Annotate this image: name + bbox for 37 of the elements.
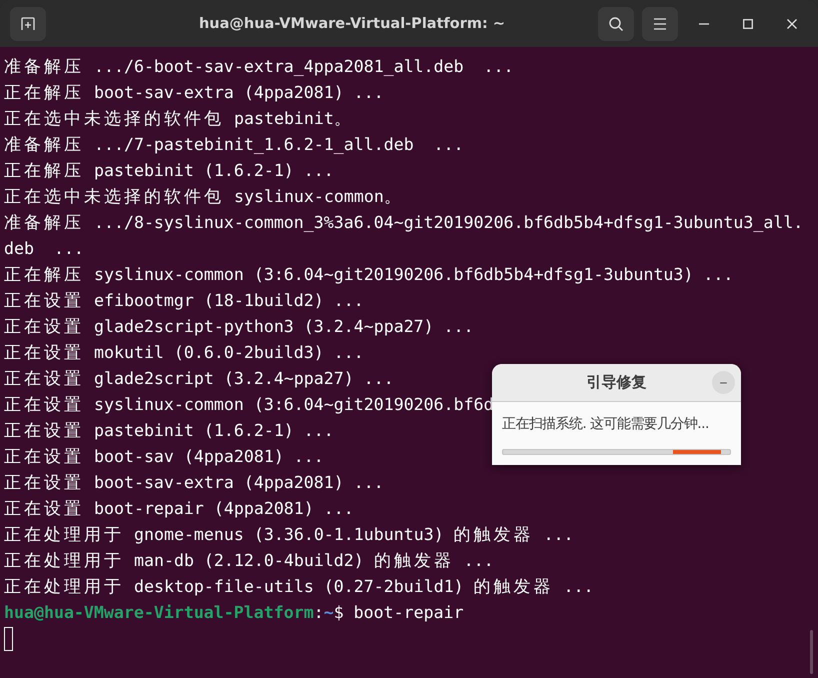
terminal-line: 准备解压 .../8-syslinux-common_3%3a6.04~git20190206.bf6db5b4+dfsg1-3ubuntu3_all. — [4, 212, 804, 235]
terminal-line: 正在解压 boot-sav-extra (4ppa2081) ... — [4, 82, 384, 105]
search-icon — [608, 16, 624, 32]
terminal-line: 正在设置 syslinux-common (3:6.04~git20190206.bf6d — [4, 394, 494, 417]
terminal-line: 正在处理用于 man-db (2.12.0-4build2) 的触发器 ... — [4, 550, 494, 573]
terminal-line: 正在处理用于 gnome-menus (3.36.0-1.1ubuntu3) 的触发器 ... — [4, 524, 574, 547]
terminal-line: 正在设置 boot-repair (4ppa2081) ... — [4, 498, 354, 521]
close-icon — [787, 18, 797, 28]
terminal-line: 准备解压 .../6-boot-sav-extra_4ppa2081_all.deb ... — [4, 56, 514, 79]
terminal-line: 正在解压 pastebinit (1.6.2-1) ... — [4, 160, 334, 183]
terminal-line: 准备解压 .../7-pastebinit_1.6.2-1_all.deb ... — [4, 134, 464, 157]
text-cursor — [4, 627, 13, 651]
terminal-line: 正在选中未选择的软件包 pastebinit。 — [4, 108, 352, 131]
terminal-line: deb ... — [4, 238, 84, 260]
new-tab-icon — [20, 16, 36, 32]
terminal-line: 正在设置 glade2script-python3 (3.2.4~ppa27) ... — [4, 316, 474, 339]
terminal-line: 正在设置 boot-sav (4ppa2081) ... — [4, 446, 324, 469]
terminal-line: 正在选中未选择的软件包 syslinux-common。 — [4, 186, 402, 209]
terminal-line: 正在解压 syslinux-common (3:6.04~git20190206.bf6db5b4+dfsg1-3ubuntu3) ... — [4, 264, 734, 287]
search-button[interactable] — [598, 6, 634, 40]
dialog-title: 引导修复 — [586, 373, 646, 392]
maximize-icon — [743, 18, 753, 28]
menu-button[interactable] — [642, 6, 678, 40]
window-title: hua@hua-VMware-Virtual-Platform: ~ — [198, 16, 506, 32]
minimize-button[interactable]: – — [712, 371, 735, 394]
status-message: 正在扫描系统. 这可能需要几分钟... — [502, 415, 710, 433]
menu-icon — [653, 18, 667, 30]
minimize-icon — [699, 22, 709, 24]
terminal-line: 正在设置 glade2script (3.2.4~ppa27) ... — [4, 368, 394, 391]
terminal-line: 正在设置 mokutil (0.6.0-2build3) ... — [4, 342, 364, 365]
terminal-line: 正在设置 efibootmgr (18-1build2) ... — [4, 290, 364, 313]
terminal-line: 正在处理用于 desktop-file-utils (0.27-2build1) 的触发器 ... — [4, 576, 594, 599]
terminal-line: 正在设置 pastebinit (1.6.2-1) ... — [4, 420, 334, 443]
scrollbar[interactable] — [810, 630, 813, 674]
terminal-prompt: hua@hua-VMware-Virtual-Platform:~$ boot-repair — [4, 602, 464, 624]
new-tab-button[interactable] — [10, 6, 46, 40]
terminal-line: 正在设置 boot-sav-extra (4ppa2081) ... — [4, 472, 384, 495]
